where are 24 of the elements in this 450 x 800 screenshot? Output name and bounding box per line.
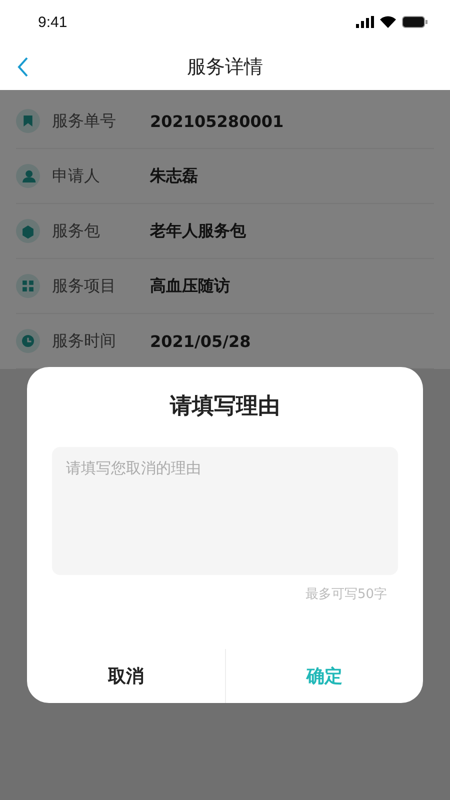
person-icon [16, 164, 40, 188]
detail-label: 申请人 [52, 166, 101, 186]
detail-label: 服务单号 [52, 110, 117, 132]
battery-icon [402, 16, 428, 28]
wifi-icon [380, 16, 396, 28]
signal-icon [356, 16, 374, 28]
bookmark-icon [16, 109, 40, 133]
dialog-title: 请填写理由 [168, 393, 281, 421]
detail-label: 服务时间 [52, 330, 117, 352]
clock-icon [16, 329, 40, 353]
page-title: 服务详情 [187, 55, 263, 80]
detail-value: 202105280001 [150, 112, 284, 130]
status-time: 9:41 [38, 14, 68, 30]
char-limit-hint: 最多可写50字 [305, 586, 387, 603]
detail-value: 老年人服务包 [150, 220, 246, 242]
box-icon [16, 219, 40, 243]
detail-label: 服务项目 [52, 276, 117, 296]
detail-value: 朱志磊 [150, 166, 198, 186]
detail-label: 服务包 [52, 220, 101, 242]
detail-value: 高血压随访 [150, 276, 230, 296]
reason-field[interactable]: 请填写您取消的理由 [52, 447, 398, 575]
grid-icon [16, 274, 40, 298]
detail-value: 2021/05/28 [150, 332, 251, 350]
cancel-button[interactable]: 取消 [27, 649, 226, 703]
